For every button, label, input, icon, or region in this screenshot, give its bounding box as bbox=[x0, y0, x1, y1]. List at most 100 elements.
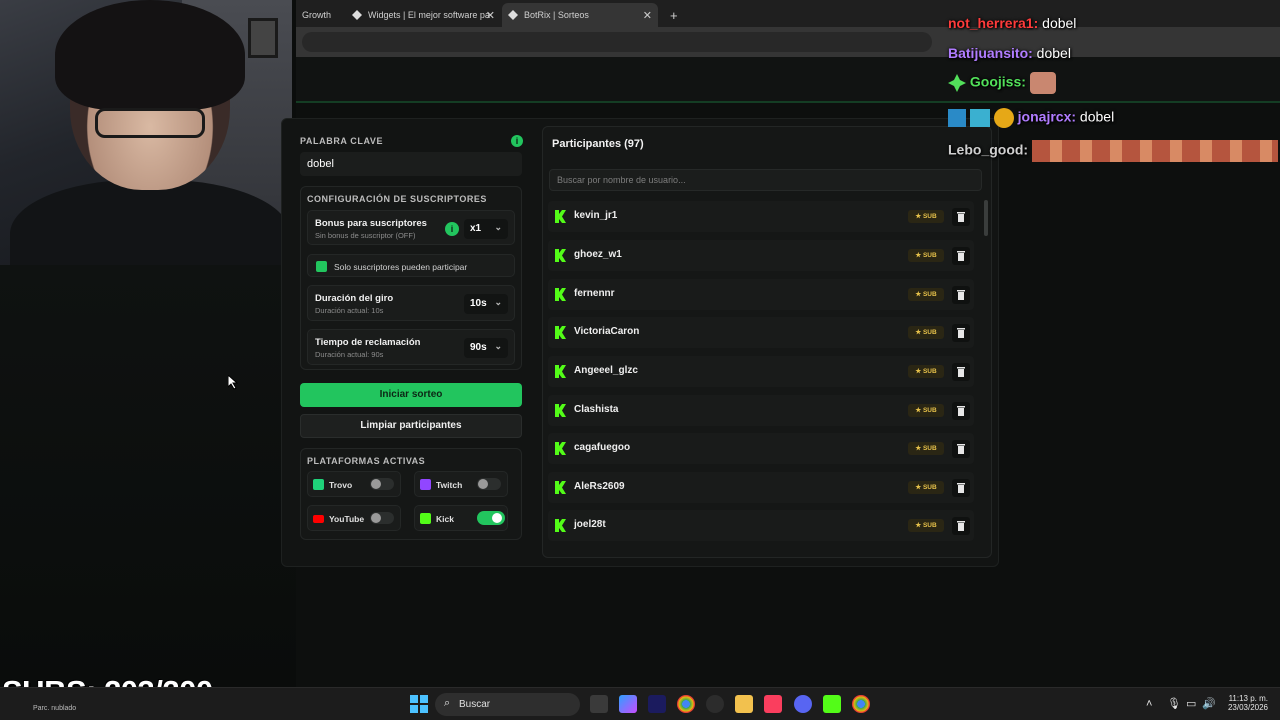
windows-start-icon[interactable] bbox=[410, 695, 428, 713]
delete-participant-button[interactable] bbox=[952, 440, 970, 458]
sub-badge: ★ SUB bbox=[908, 365, 944, 378]
chat-message: Batijuansito: dobel bbox=[948, 45, 1071, 61]
scrollbar[interactable] bbox=[984, 200, 988, 236]
copilot-icon[interactable] bbox=[619, 695, 637, 713]
sub-badge: ★ SUB bbox=[908, 481, 944, 494]
participant-name: kevin_jr1 bbox=[574, 210, 618, 221]
clear-participants-button[interactable]: Limpiar participantes bbox=[300, 414, 522, 438]
participant-name: ghoez_w1 bbox=[574, 249, 622, 260]
discord-icon[interactable] bbox=[794, 695, 812, 713]
twitch-toggle[interactable] bbox=[477, 478, 501, 490]
delete-participant-button[interactable] bbox=[952, 286, 970, 304]
new-tab-button[interactable]: + bbox=[664, 3, 684, 27]
delete-participant-button[interactable] bbox=[952, 517, 970, 535]
taskbar: Parc. nublado ⌕ Buscar ˄ 🎙 ▭ 🔊 11:13 p. … bbox=[0, 687, 1280, 720]
keyword-label: PALABRA CLAVE bbox=[300, 136, 384, 146]
spin-duration-select[interactable]: 10s ⌄ bbox=[464, 294, 508, 314]
clock[interactable]: 11:13 p. m. 23/03/2026 bbox=[1222, 694, 1268, 712]
delete-participant-button[interactable] bbox=[952, 363, 970, 381]
bonus-title: Bonus para suscriptores bbox=[315, 218, 427, 229]
bonus-select[interactable]: x1 ⌄ bbox=[464, 219, 508, 239]
webcam-feed bbox=[0, 0, 292, 265]
badge-icon bbox=[948, 74, 966, 92]
chat-message: Lebo_good: bbox=[948, 140, 1278, 162]
participant-row: AleRs2609 ★ SUB bbox=[548, 472, 974, 503]
subs-only-checkbox[interactable] bbox=[316, 261, 327, 272]
chat-username: Batijuansito: bbox=[948, 45, 1033, 61]
chevron-down-icon: ⌄ bbox=[494, 222, 502, 232]
tab-widgets[interactable]: Widgets | El mejor software pa ✕ bbox=[346, 3, 501, 27]
info-icon[interactable]: i bbox=[445, 222, 459, 236]
platforms-title: PLATAFORMAS ACTIVAS bbox=[307, 456, 426, 466]
chat-text: dobel bbox=[1036, 45, 1071, 61]
volume-icon[interactable]: 🔊 bbox=[1202, 697, 1216, 710]
kick-toggle[interactable] bbox=[477, 511, 505, 525]
delete-participant-button[interactable] bbox=[952, 208, 970, 226]
sub-badge: ★ SUB bbox=[908, 288, 944, 301]
chrome-icon[interactable] bbox=[852, 695, 870, 713]
keyword-input[interactable]: dobel bbox=[300, 152, 522, 176]
tab-growth[interactable]: Growth bbox=[296, 3, 346, 27]
task-view-icon[interactable] bbox=[590, 695, 608, 713]
tab-botrix[interactable]: BotRix | Sorteos ✕ bbox=[502, 3, 658, 27]
info-icon[interactable]: i bbox=[511, 135, 523, 147]
file-explorer-icon[interactable] bbox=[735, 695, 753, 713]
delete-participant-button[interactable] bbox=[952, 247, 970, 265]
sub-badge: ★ SUB bbox=[908, 404, 944, 417]
participant-name: joel28t bbox=[574, 519, 606, 530]
microphone-icon[interactable]: 🎙 bbox=[1167, 697, 1181, 710]
kick-icon bbox=[555, 326, 566, 339]
sub-badge: ★ SUB bbox=[908, 519, 944, 532]
chevron-down-icon: ⌄ bbox=[494, 341, 502, 351]
participant-search-input[interactable]: Buscar por nombre de usuario... bbox=[549, 169, 982, 191]
participant-name: Angeeel_glzc bbox=[574, 365, 638, 376]
participant-name: fernennr bbox=[574, 288, 615, 299]
claim-time-select[interactable]: 90s ⌄ bbox=[464, 338, 508, 358]
platform-twitch: Twitch bbox=[414, 471, 508, 497]
hammer-badge-icon bbox=[948, 109, 966, 127]
participant-name: VictoriaCaron bbox=[574, 326, 640, 337]
spin-duration-title: Duración del giro bbox=[315, 293, 394, 304]
youtube-icon bbox=[313, 515, 324, 523]
chat-username: not_herrera1: bbox=[948, 15, 1039, 31]
participant-row: Clashista ★ SUB bbox=[548, 395, 974, 426]
network-icon[interactable]: ▭ bbox=[1186, 697, 1196, 710]
chevron-up-icon[interactable]: ˄ bbox=[1146, 698, 1152, 710]
chat-text: dobel bbox=[1079, 108, 1115, 125]
kick-icon bbox=[420, 513, 431, 524]
weather-text: Parc. nublado bbox=[33, 705, 77, 712]
subs-only-row[interactable]: Solo suscriptores pueden participar bbox=[307, 254, 515, 277]
music-icon[interactable] bbox=[764, 695, 782, 713]
platform-trovo: Trovo bbox=[307, 471, 401, 497]
kick-icon bbox=[555, 404, 566, 417]
delete-participant-button[interactable] bbox=[952, 479, 970, 497]
platform-youtube: YouTube bbox=[307, 505, 401, 531]
delete-participant-button[interactable] bbox=[952, 402, 970, 420]
kick-icon bbox=[555, 365, 566, 378]
close-tab-icon[interactable]: ✕ bbox=[486, 9, 495, 22]
chat-message: Goojiss: bbox=[948, 72, 1056, 94]
close-tab-icon[interactable]: ✕ bbox=[643, 9, 652, 22]
badge-icon bbox=[969, 109, 990, 127]
taskbar-search[interactable]: ⌕ Buscar bbox=[435, 693, 580, 716]
youtube-toggle[interactable] bbox=[370, 512, 394, 524]
site-icon bbox=[352, 10, 362, 20]
participant-name: Clashista bbox=[574, 404, 619, 415]
kick-icon bbox=[555, 210, 566, 223]
start-giveaway-button[interactable]: Iniciar sorteo bbox=[300, 383, 522, 407]
bonus-subtitle: Sin bonus de suscriptor (OFF) bbox=[315, 231, 416, 240]
trovo-toggle[interactable] bbox=[370, 478, 394, 490]
sub-badge: ★ SUB bbox=[908, 249, 944, 262]
chrome-icon[interactable] bbox=[677, 695, 695, 713]
kick-icon bbox=[555, 481, 566, 494]
page-header bbox=[296, 57, 1280, 103]
kick-icon bbox=[555, 249, 566, 262]
settings-icon[interactable] bbox=[706, 695, 724, 713]
mouse-cursor-icon bbox=[227, 373, 239, 395]
delete-participant-button[interactable] bbox=[952, 324, 970, 342]
url-field[interactable] bbox=[302, 32, 932, 52]
premiere-icon[interactable] bbox=[648, 695, 666, 713]
kick-icon[interactable] bbox=[823, 695, 841, 713]
claim-time-title: Tiempo de reclamación bbox=[315, 337, 421, 348]
chat-message: not_herrera1: dobel bbox=[948, 15, 1076, 31]
